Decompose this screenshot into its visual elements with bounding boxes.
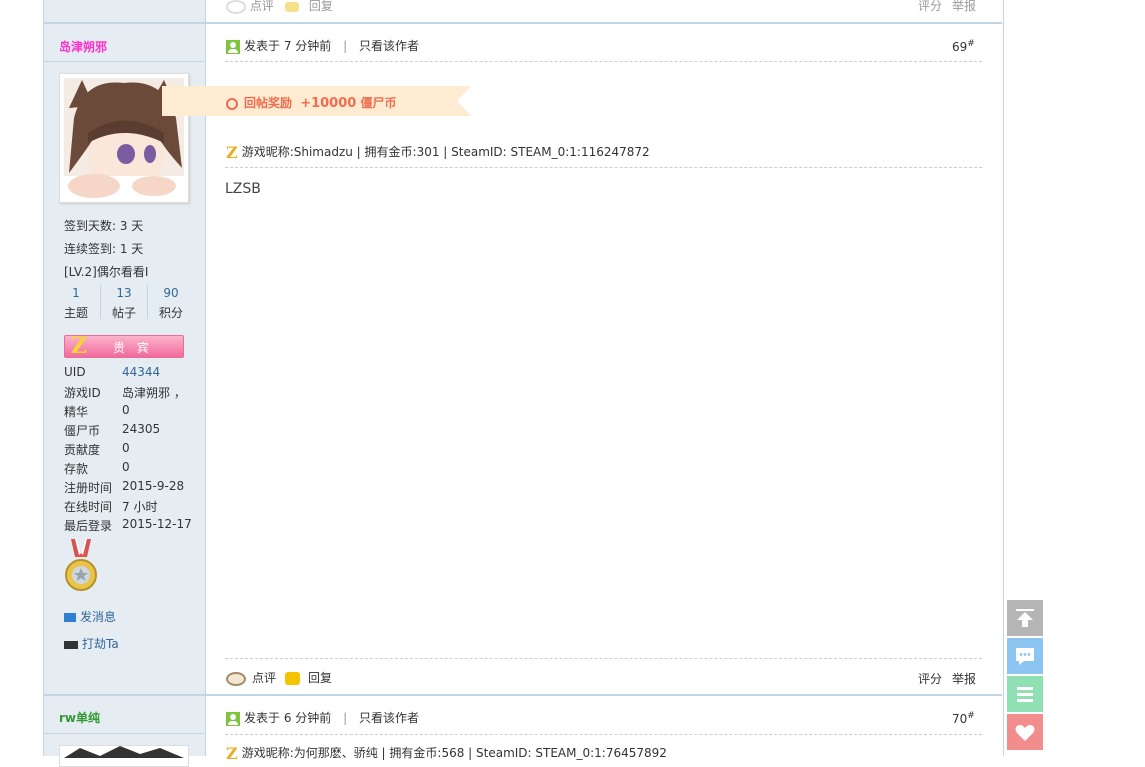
info-value: 7 小时 [122,500,158,514]
checkin-days: 签到天数: 3 天 [64,219,144,233]
info-key: 注册时间 [64,481,113,495]
stat-threads-label: 主题 [63,306,88,320]
info-key: 贡献度 [64,443,101,457]
game-info-divider [225,167,982,168]
floor-number[interactable]: 70# [952,711,975,726]
post-meta: 发表于 6 分钟前 | 只看该作者 [226,709,419,726]
vip-z-icon: Z [71,333,88,359]
post-header-divider [225,61,982,62]
info-key: 精华 [64,405,89,419]
favorite-button[interactable] [1007,714,1043,750]
gun-icon [64,640,78,649]
arrow-up-icon [1016,609,1034,627]
stat-posts-value: 13 [116,286,132,300]
rob-link[interactable]: 打劫Ta [64,635,119,652]
post-time: 发表于 6 分钟前 [244,711,332,725]
menu-button[interactable] [1007,676,1043,712]
author-name-divider [44,61,204,62]
online-user-icon [226,711,240,726]
info-value: 0 [122,460,130,474]
reward-circle-icon [226,97,238,110]
stat-points-value: 90 [163,286,179,300]
stat-posts-label: 帖子 [111,306,136,320]
meta-separator: | [343,39,348,53]
post-divider [44,694,1002,696]
info-key: 存款 [64,462,89,476]
prev-rate-link[interactable]: 评分 [918,0,942,14]
medal-icon[interactable] [63,539,99,593]
prev-comment-button[interactable]: 点评 [226,0,274,14]
info-value: 岛津朔邪 ， [122,386,186,400]
prev-report-link[interactable]: 举报 [952,0,976,14]
game-info: Z 游戏昵称:为何那麽、骄纯 | 拥有金币:568 | SteamID: STEA… [226,744,667,763]
prev-reply-button[interactable]: 回复 [285,0,333,14]
reward-banner-notch [457,86,471,116]
post-content: LZSB [225,181,261,197]
quick-reply-button[interactable] [1007,638,1043,674]
comment-icon [226,0,246,14]
reply-button[interactable]: 回复 [285,669,332,686]
back-to-top-button[interactable] [1007,600,1043,636]
envelope-icon [64,613,76,622]
stat-points[interactable]: 90 积分 [148,286,194,321]
avatar-image [64,746,184,758]
meta-separator: | [343,711,348,725]
reply-icon [285,1,299,12]
info-uid-value[interactable]: 44344 [122,365,160,379]
online-user-icon [226,39,240,54]
info-key: 在线时间 [64,500,113,514]
stat-threads-value: 1 [72,286,80,300]
post-divider [44,22,1002,24]
info-value: 24305 [122,422,161,436]
report-link[interactable]: 举报 [952,670,976,687]
post-time: 发表于 7 分钟前 [244,39,332,53]
send-message-link[interactable]: 发消息 [64,608,116,625]
only-author-link[interactable]: 只看该作者 [359,711,419,725]
info-value: 2015-9-28 [122,479,185,493]
post-header-divider [225,734,982,735]
stat-points-label: 积分 [158,306,183,320]
z-logo-icon: Z [226,143,238,162]
post-meta: 发表于 7 分钟前 | 只看该作者 [226,37,419,54]
info-value: 0 [122,403,130,417]
reply-reward-text: 回帖奖励 +10000 僵尸币 [226,94,397,111]
info-value: 2015-12-17 [122,517,192,531]
group-badge: Z 贵 宾 [64,333,184,359]
info-key: UID [64,365,86,379]
game-info: Z 游戏昵称:Shimadzu | 拥有金币:301 | SteamID: STE… [226,143,650,162]
avatar[interactable] [59,745,189,767]
rate-link[interactable]: 评分 [918,670,942,687]
author-name[interactable]: 岛津朔邪 [59,38,107,55]
floor-number[interactable]: 69# [952,39,975,54]
stat-threads[interactable]: 1 主题 [53,286,99,321]
heart-icon [1015,724,1035,741]
checkin-streak: 连续签到: 1 天 [64,242,144,256]
only-author-link[interactable]: 只看该作者 [359,39,419,53]
stat-posts[interactable]: 13 帖子 [101,286,147,321]
info-key: 僵尸币 [64,424,101,438]
chat-bubble-icon [1016,648,1034,665]
comment-button[interactable]: 点评 [226,669,276,686]
z-logo-icon: Z [226,744,238,763]
info-key: 最后登录 [64,519,113,533]
post-footer-divider [225,658,982,659]
reply-icon [285,672,300,685]
list-icon [1017,687,1033,702]
comment-icon [226,671,246,686]
author-name[interactable]: rw单纯 [59,709,100,726]
user-level[interactable]: [LV.2]偶尔看看I [64,263,148,280]
author-name-divider [44,733,204,734]
info-key: 游戏ID [64,386,101,400]
info-value: 0 [122,441,130,455]
